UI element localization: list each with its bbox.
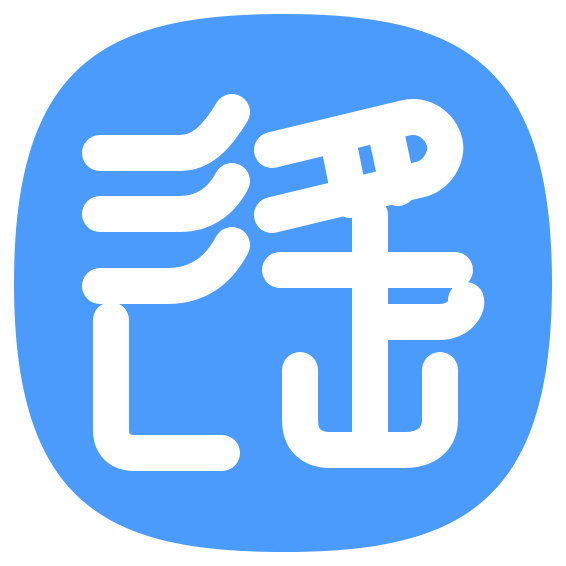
glyph-top-divider2-stroke [367,110,416,206]
icon-canvas [0,0,566,566]
app-icon[interactable] [0,0,566,566]
app-icon-graphic [14,14,552,552]
glyph-top-divider-stroke [320,122,368,218]
